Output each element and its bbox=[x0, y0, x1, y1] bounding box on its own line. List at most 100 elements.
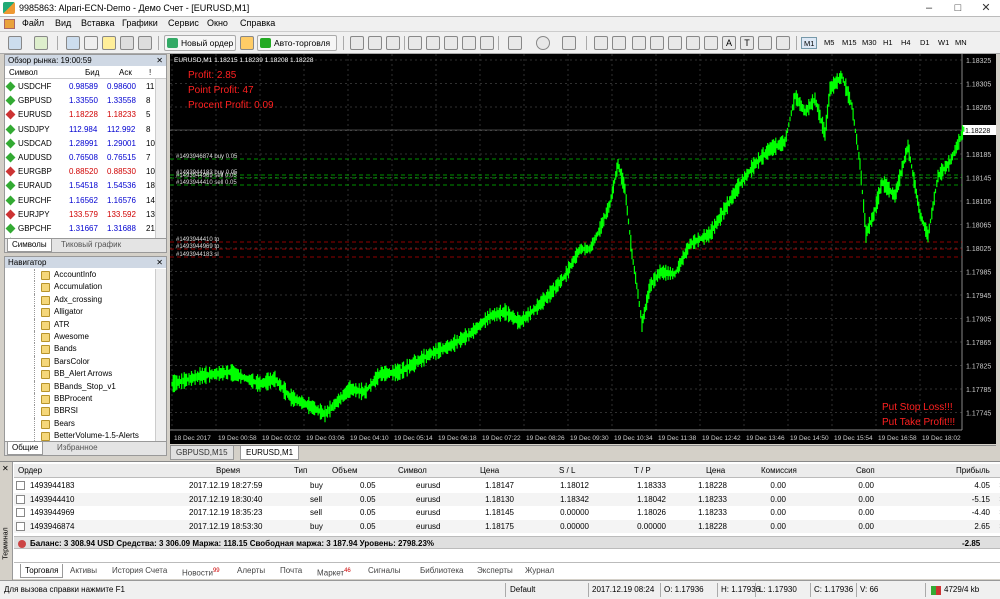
col-symbol[interactable]: Символ bbox=[9, 68, 38, 77]
navigator-item[interactable]: Adx_crossing bbox=[5, 293, 155, 307]
terminal-tab[interactable]: Торговля bbox=[20, 564, 64, 578]
navigator-item[interactable]: BarsColor bbox=[5, 355, 155, 369]
timeframe-mn[interactable]: MN bbox=[953, 37, 969, 49]
menu-insert[interactable]: Вставка bbox=[81, 18, 114, 28]
market-watch-row[interactable]: AUDUSD 0.76508 0.76515 7 bbox=[5, 151, 155, 165]
chart-canvas[interactable]: 1.18325 1.18305 1.18265 1.18228 1.18185 1.181… bbox=[170, 54, 996, 444]
menu-help[interactable]: Справка bbox=[240, 18, 275, 28]
vertical-line-icon[interactable] bbox=[632, 36, 646, 50]
terminal-tab[interactable]: Новости99 bbox=[182, 564, 220, 578]
order-row[interactable]: 1493944410 2017.12.19 18:30:40 sell 0.05 eur… bbox=[14, 492, 1000, 506]
menu-charts[interactable]: Графики bbox=[122, 18, 158, 28]
market-watch-row[interactable]: USDCHF 0.98589 0.98600 11 bbox=[5, 80, 155, 94]
timeframe-d1[interactable]: D1 bbox=[918, 37, 932, 49]
terminal-icon[interactable] bbox=[120, 36, 134, 50]
navigator-icon[interactable] bbox=[102, 36, 116, 50]
minimize-button[interactable]: – bbox=[915, 0, 943, 17]
terminal-tab[interactable]: Маркет46 bbox=[317, 564, 351, 578]
navigator-item[interactable]: AccountInfo bbox=[5, 269, 155, 282]
menu-view[interactable]: Вид bbox=[55, 18, 71, 28]
timeframe-m15[interactable]: M15 bbox=[840, 37, 859, 49]
bar-chart-icon[interactable] bbox=[350, 36, 364, 50]
tab-symbols[interactable]: Символы bbox=[7, 239, 52, 252]
market-watch-row[interactable]: EURJPY 133.579 133.592 13 bbox=[5, 208, 155, 222]
col-order[interactable]: Ордер bbox=[18, 466, 42, 475]
menu-file[interactable]: Файл bbox=[22, 18, 44, 28]
tab-favorites[interactable]: Избранное bbox=[53, 442, 102, 455]
market-watch-icon[interactable] bbox=[66, 36, 80, 50]
navigator-item[interactable]: ATR bbox=[5, 318, 155, 331]
timeframe-m5[interactable]: M5 bbox=[822, 37, 836, 49]
menu-tools[interactable]: Сервис bbox=[168, 18, 199, 28]
navigator-item[interactable]: Accumulation bbox=[5, 281, 155, 294]
horizontal-line-icon[interactable] bbox=[650, 36, 664, 50]
trendline-icon[interactable] bbox=[668, 36, 682, 50]
navigator-item[interactable]: Alligator bbox=[5, 306, 155, 319]
terminal-tab[interactable]: Алерты bbox=[237, 564, 265, 578]
periods-icon[interactable] bbox=[536, 36, 550, 50]
col-sl[interactable]: S / L bbox=[559, 466, 575, 475]
new-order-button[interactable]: Новый ордер bbox=[164, 35, 236, 51]
market-watch-row[interactable]: USDCAD 1.28991 1.29001 10 bbox=[5, 137, 155, 151]
arrows-icon[interactable] bbox=[758, 36, 772, 50]
chart-tab-gbpusd[interactable]: GBPUSD,M15 bbox=[170, 446, 234, 460]
col-tp[interactable]: T / P bbox=[634, 466, 651, 475]
tester-icon[interactable] bbox=[138, 36, 152, 50]
navigator-item[interactable]: BBProcent bbox=[5, 393, 155, 406]
col-profit[interactable]: Прибыль bbox=[956, 466, 990, 475]
navigator-item[interactable]: Bears bbox=[5, 417, 155, 431]
new-chart-icon[interactable] bbox=[8, 36, 22, 50]
col-symbol[interactable]: Символ bbox=[398, 466, 427, 475]
timeframe-m30[interactable]: M30 bbox=[860, 37, 879, 49]
navigator-item[interactable]: BBRSI bbox=[5, 405, 155, 418]
candlesticks-icon[interactable] bbox=[368, 36, 382, 50]
col-time[interactable]: Время bbox=[216, 466, 240, 475]
order-row[interactable]: 1493944969 2017.12.19 18:35:23 sell 0.05 eur… bbox=[14, 506, 1000, 519]
crosshair-icon[interactable] bbox=[612, 36, 626, 50]
timeframe-h4[interactable]: H4 bbox=[899, 37, 913, 49]
terminal-tab[interactable]: История Счета bbox=[112, 564, 167, 578]
zoom-out-icon[interactable] bbox=[426, 36, 440, 50]
fibonacci-icon[interactable] bbox=[704, 36, 718, 50]
timeframe-m1[interactable]: M1 bbox=[801, 37, 818, 49]
navigator-item[interactable]: Bands bbox=[5, 343, 155, 356]
market-watch-row[interactable]: EURGBP 0.88520 0.88530 10 bbox=[5, 165, 155, 179]
col-bid[interactable]: Бид bbox=[85, 68, 99, 77]
terminal-tab[interactable]: Почта bbox=[280, 564, 302, 578]
timeframe-h1[interactable]: H1 bbox=[881, 37, 895, 49]
order-row[interactable]: 1493946874 2017.12.19 18:53:30 buy 0.05 euru… bbox=[14, 519, 1000, 533]
col-commission[interactable]: Комиссия bbox=[761, 466, 797, 475]
chart-shift-icon[interactable] bbox=[480, 36, 494, 50]
profiles-icon[interactable] bbox=[34, 36, 48, 50]
market-watch-row[interactable]: EURCHF 1.16562 1.16576 14 bbox=[5, 194, 155, 208]
col-swap[interactable]: Своп bbox=[856, 466, 875, 475]
tab-tick-chart[interactable]: Тиковый график bbox=[57, 239, 125, 252]
close-icon[interactable]: ✕ bbox=[156, 55, 163, 66]
zoom-in-icon[interactable] bbox=[408, 36, 422, 50]
shapes-icon[interactable] bbox=[776, 36, 790, 50]
tab-common[interactable]: Общие bbox=[7, 442, 44, 455]
col-type[interactable]: Тип bbox=[294, 466, 307, 475]
maximize-button[interactable]: □ bbox=[944, 0, 972, 17]
terminal-tab[interactable]: Эксперты bbox=[477, 564, 513, 578]
market-watch-row[interactable]: EURUSD 1.18228 1.18233 5 bbox=[5, 108, 155, 122]
indicators-icon[interactable] bbox=[508, 36, 522, 50]
close-icon[interactable]: ✕ bbox=[156, 257, 163, 268]
terminal-tab[interactable]: Библиотека bbox=[420, 564, 464, 578]
market-watch-row[interactable]: GBPUSD 1.33550 1.33558 8 bbox=[5, 94, 155, 108]
auto-trading-button[interactable]: Авто-торговля bbox=[257, 35, 337, 51]
navigator-item[interactable]: BB_Alert Arrows bbox=[5, 368, 155, 381]
col-spread[interactable]: ! bbox=[149, 68, 151, 77]
navigator-item[interactable]: Awesome bbox=[5, 331, 155, 344]
text-label-icon[interactable]: T bbox=[740, 36, 754, 50]
price-chart[interactable]: 1.18325 1.18305 1.18265 1.18228 1.18185 1.181… bbox=[170, 54, 996, 444]
terminal-tab[interactable]: Журнал bbox=[525, 564, 554, 578]
navigator-scrollbar[interactable] bbox=[155, 269, 166, 442]
text-tool-icon[interactable]: A bbox=[722, 36, 736, 50]
terminal-tab[interactable]: Сигналы bbox=[368, 564, 400, 578]
col-price[interactable]: Цена bbox=[480, 466, 499, 475]
col-current-price[interactable]: Цена bbox=[706, 466, 725, 475]
navigator-item[interactable]: BBands_Stop_v1 bbox=[5, 380, 155, 393]
menu-window[interactable]: Окно bbox=[207, 18, 228, 28]
timeframe-w1[interactable]: W1 bbox=[936, 37, 951, 49]
